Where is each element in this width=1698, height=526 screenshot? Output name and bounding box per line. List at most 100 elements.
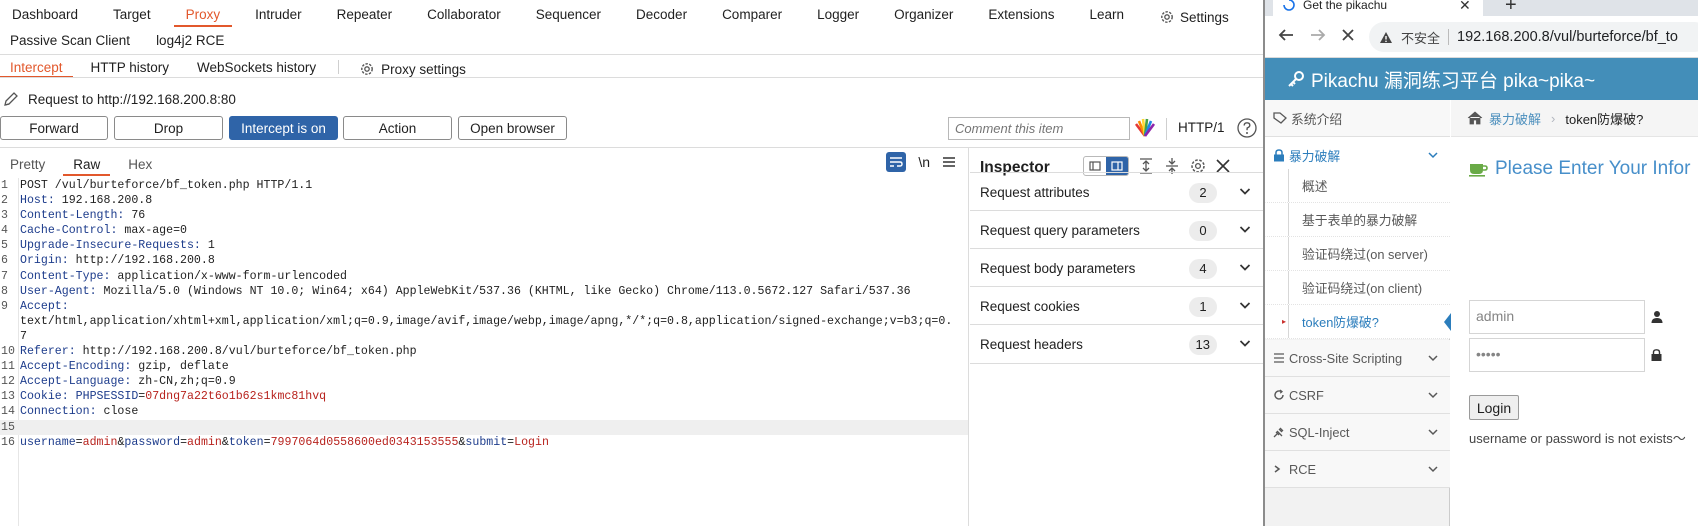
- tab-organizer[interactable]: Organizer: [882, 3, 965, 27]
- breadcrumb-separator: ›: [1551, 110, 1556, 126]
- username-input[interactable]: admin: [1469, 300, 1645, 334]
- code-line[interactable]: 3 Content-Length: 76: [0, 208, 968, 223]
- tab-dashboard[interactable]: Dashboard: [0, 3, 90, 27]
- tree-line: [1288, 203, 1289, 236]
- browser-tab[interactable]: Get the pikachu ✕: [1273, 0, 1483, 16]
- code-line[interactable]: 12 Accept-Language: zh-CN,zh;q=0.9: [0, 374, 968, 389]
- tab-http-history[interactable]: HTTP history: [81, 55, 180, 78]
- chevron-down-icon: [1428, 429, 1438, 436]
- code-line[interactable]: 11 Accept-Encoding: gzip, deflate: [0, 359, 968, 374]
- tab-log4j2-rce[interactable]: log4j2 RCE: [146, 29, 234, 53]
- code-line[interactable]: 14 Connection: close: [0, 404, 968, 419]
- proxy-settings-label: Proxy settings: [381, 61, 466, 77]
- tab-passive-scan-client[interactable]: Passive Scan Client: [0, 29, 140, 53]
- new-tab-icon[interactable]: +: [1505, 0, 1517, 17]
- sidebar-subitem-captcha-client[interactable]: 验证码绕过(on client): [1265, 271, 1450, 305]
- chevron-down-icon: [1239, 340, 1251, 347]
- line-number: 12: [1, 375, 15, 389]
- browser-window: Get the pikachu ✕ + 不安全 192.168.200.8/vu…: [1263, 0, 1698, 526]
- login-title: Please Enter Your Infor: [1469, 158, 1690, 180]
- inspector-section-request-attributes[interactable]: Request attributes 2: [970, 172, 1263, 212]
- tab-proxy[interactable]: Proxy: [173, 3, 233, 27]
- tab-learn[interactable]: Learn: [1077, 3, 1136, 27]
- code-line[interactable]: 2 Host: 192.168.200.8: [0, 193, 968, 208]
- divider: [1166, 118, 1167, 140]
- line-content: Accept-Encoding: gzip, deflate: [20, 359, 968, 374]
- tab-comparer[interactable]: Comparer: [710, 3, 794, 27]
- code-line[interactable]: 16 username=admin&password=admin&token=79…: [0, 435, 968, 450]
- comment-input[interactable]: [948, 117, 1130, 140]
- close-tab-icon[interactable]: ✕: [1459, 0, 1471, 14]
- sidebar-subitem-overview[interactable]: 概述: [1265, 169, 1450, 203]
- tag-icon: [1273, 112, 1287, 124]
- inspector-panel: Inspector Request attributes 2 Request q…: [970, 148, 1263, 526]
- inspector-section-body-parameters[interactable]: Request body parameters 4: [970, 248, 1263, 288]
- sidebar-item-rce[interactable]: RCE: [1265, 451, 1450, 488]
- open-browser-button[interactable]: Open browser: [458, 116, 567, 140]
- pencil-icon[interactable]: [2, 90, 20, 108]
- code-token: Accept:: [20, 299, 69, 313]
- tab-extensions[interactable]: Extensions: [976, 3, 1066, 27]
- login-button[interactable]: Login: [1469, 395, 1519, 420]
- tab-collaborator[interactable]: Collaborator: [415, 3, 513, 27]
- sidebar-item-intro[interactable]: 系统介绍: [1265, 100, 1450, 137]
- tab-intercept[interactable]: Intercept: [0, 55, 73, 78]
- sidebar-item-label: Cross-Site Scripting: [1289, 350, 1403, 366]
- section-label: Request headers: [980, 337, 1083, 352]
- code-line[interactable]: 1 POST /vul/burteforce/bf_token.php HTTP/…: [0, 178, 968, 193]
- code-token: username: [20, 435, 76, 449]
- http-version-toggle[interactable]: HTTP/1: [1178, 120, 1225, 135]
- code-line[interactable]: 13 Cookie: PHPSESSID=07dng7a22t6o1b62s1km…: [0, 389, 968, 404]
- tab-decoder[interactable]: Decoder: [624, 3, 699, 27]
- breadcrumb-parent-link[interactable]: 暴力破解: [1489, 109, 1541, 128]
- address-bar[interactable]: 不安全 192.168.200.8/vul/burteforce/bf_to: [1369, 22, 1698, 52]
- inspector-section-query-parameters[interactable]: Request query parameters 0: [970, 210, 1263, 250]
- sidebar-subitem-form-brute-force[interactable]: 基于表单的暴力破解: [1265, 203, 1450, 237]
- sidebar-subitem-captcha-server[interactable]: 验证码绕过(on server): [1265, 237, 1450, 271]
- help-icon[interactable]: [1236, 117, 1258, 139]
- line-number: 6: [1, 254, 8, 268]
- forward-button[interactable]: Forward: [0, 116, 108, 140]
- forward-arrow-icon[interactable]: [1309, 26, 1327, 44]
- code-line[interactable]: 10 Referer: http://192.168.200.8/vul/burt…: [0, 344, 968, 359]
- stop-loading-icon[interactable]: [1339, 26, 1357, 44]
- tab-websockets-history[interactable]: WebSockets history: [187, 55, 326, 78]
- code-line[interactable]: 7 Content-Type: application/x-www-form-ur…: [0, 269, 968, 284]
- tab-settings[interactable]: Settings: [1147, 3, 1241, 27]
- code-line[interactable]: 9 Accept: text/html,application/xhtml+xml…: [0, 299, 968, 344]
- sidebar-item-xss[interactable]: Cross-Site Scripting: [1265, 340, 1450, 377]
- password-input[interactable]: •••••: [1469, 338, 1645, 372]
- line-content: Accept-Language: zh-CN,zh;q=0.9: [20, 374, 968, 389]
- pretty-print-toggle[interactable]: [886, 152, 907, 172]
- tab-raw[interactable]: Raw: [63, 152, 111, 176]
- code-line[interactable]: 5 Upgrade-Insecure-Requests: 1: [0, 238, 968, 253]
- code-line[interactable]: 4 Cache-Control: max-age=0: [0, 223, 968, 238]
- intercept-toggle-button[interactable]: Intercept is on: [229, 116, 338, 140]
- sidebar-item-sql-inject[interactable]: SQL-Inject: [1265, 414, 1450, 451]
- back-arrow-icon[interactable]: [1277, 26, 1295, 44]
- divider: [1448, 29, 1450, 45]
- tab-logger[interactable]: Logger: [805, 3, 871, 27]
- tab-hex[interactable]: Hex: [118, 152, 162, 176]
- tab-pretty[interactable]: Pretty: [0, 152, 55, 176]
- tab-sequencer[interactable]: Sequencer: [524, 3, 613, 27]
- code-line[interactable]: 6 Origin: http://192.168.200.8: [0, 253, 968, 268]
- code-line[interactable]: 15: [0, 419, 968, 435]
- inspector-section-cookies[interactable]: Request cookies 1: [970, 286, 1263, 326]
- chevron-down-icon: [1239, 188, 1251, 195]
- inspector-section-headers[interactable]: Request headers 13: [970, 324, 1263, 364]
- tab-intruder[interactable]: Intruder: [243, 3, 314, 27]
- tab-target[interactable]: Target: [101, 3, 163, 27]
- code-line[interactable]: 8 User-Agent: Mozilla/5.0 (Windows NT 10.…: [0, 284, 968, 299]
- newline-toggle[interactable]: \n: [918, 154, 930, 170]
- menu-icon[interactable]: [942, 156, 956, 168]
- highlight-color-icon[interactable]: [1134, 118, 1156, 138]
- tab-repeater[interactable]: Repeater: [325, 3, 405, 27]
- sidebar-subitem-token[interactable]: ▸ token防爆破?: [1265, 305, 1451, 339]
- request-body-code[interactable]: 1 POST /vul/burteforce/bf_token.php HTTP/…: [0, 178, 968, 450]
- drop-button[interactable]: Drop: [114, 116, 223, 140]
- proxy-settings-button[interactable]: Proxy settings: [349, 55, 476, 78]
- code-token: Referer:: [20, 345, 76, 359]
- sidebar-item-csrf[interactable]: CSRF: [1265, 377, 1450, 414]
- action-button[interactable]: Action: [343, 116, 452, 140]
